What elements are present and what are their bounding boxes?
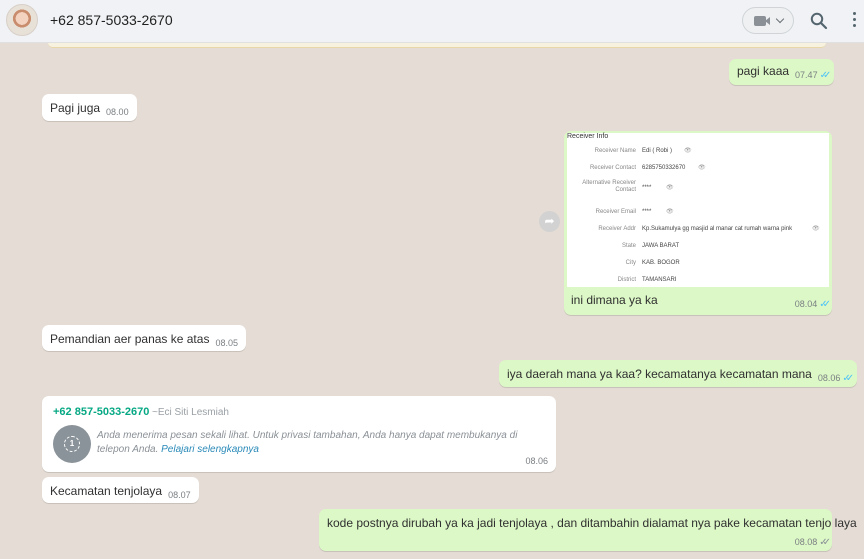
message-text: pagi kaaa [737, 64, 790, 78]
message-time: 08.08 [794, 537, 818, 547]
more-vertical-icon[interactable] [852, 12, 858, 30]
view-once-notice: Anda menerima pesan sekali lihat. Untuk … [97, 430, 518, 455]
message-outgoing[interactable]: iya daerah mana ya kaa? kecamatanya keca… [499, 360, 858, 387]
message-time: 08.06 [817, 373, 841, 383]
message-text: Kecamatan tenjolaya [50, 484, 163, 498]
view-once-icon[interactable]: 1 [53, 425, 91, 463]
message-time: 08.00 [106, 107, 129, 117]
message-outgoing-image[interactable]: Receiver Info Receiver Name Edi ( Robi )… [564, 131, 832, 315]
contact-name[interactable]: +62 857-5033-2670 [50, 12, 173, 28]
read-ticks-icon: ✓✓ [819, 299, 831, 310]
receiver-row: Alternative Receiver Contact **** 👁 [582, 180, 674, 193]
receiver-row: Receiver Addr Kp.Sukamulya gg masjid al … [598, 226, 820, 232]
message-incoming[interactable]: Kecamatan tenjolaya 08.07 [42, 477, 199, 503]
eye-icon: 👁 [812, 226, 820, 232]
forward-arrow-icon[interactable]: ➦ [539, 211, 560, 232]
search-icon[interactable] [810, 12, 828, 30]
receiver-card-title: Receiver Info [567, 133, 609, 140]
receiver-row: Receiver Contact 6285750332670 👁 [589, 165, 706, 171]
receiver-row: District TAMANSARI [617, 277, 677, 283]
receiver-row: State JAWA BARAT [621, 243, 680, 249]
message-incoming[interactable]: Pagi juga 08.00 [42, 94, 137, 121]
message-text: Pagi juga [50, 101, 101, 115]
view-once-message[interactable]: +62 857-5033-2670 ~Eci Siti Lesmiah 1 An… [42, 396, 556, 472]
message-text: iya daerah mana ya kaa? kecamatanya keca… [507, 367, 812, 381]
eye-icon: 👁 [666, 185, 674, 191]
video-call-button[interactable] [742, 7, 794, 34]
receiver-row: Receiver Name Edi ( Robi ) 👁 [594, 148, 692, 154]
message-time: 07.47 [795, 70, 818, 80]
sender-phone[interactable]: +62 857-5033-2670 [53, 406, 149, 418]
learn-more-link[interactable]: Pelajari selengkapnya [161, 444, 259, 455]
chevron-down-icon [775, 14, 785, 24]
receiver-row: City KAB. BOGOR [625, 260, 680, 266]
chat-header: +62 857-5033-2670 [0, 0, 864, 43]
eye-icon: 👁 [698, 165, 706, 171]
message-text: kode postnya dirubah ya ka jadi tenjolay… [327, 516, 857, 530]
message-time: 08.04 ✓✓ [794, 299, 831, 310]
message-outgoing[interactable]: kode postnya dirubah ya ka jadi tenjolay… [319, 509, 857, 551]
previous-message-edge [48, 43, 826, 48]
contact-avatar[interactable] [6, 4, 38, 36]
message-incoming[interactable]: Pemandian aer panas ke atas 08.05 [42, 325, 246, 351]
sender-alias: ~Eci Siti Lesmiah [152, 407, 229, 418]
message-time-wrap: 08.08 ✓✓ [794, 533, 831, 551]
eye-icon: 👁 [666, 209, 674, 215]
message-time: 08.06 [525, 456, 548, 466]
receiver-row: Receiver Email **** 👁 [595, 209, 674, 215]
image-caption: ini dimana ya ka [571, 293, 658, 307]
message-time: 08.05 [215, 338, 238, 348]
video-camera-icon [754, 16, 766, 26]
sent-ticks-icon: ✓✓ [819, 537, 831, 548]
receiver-info-image[interactable]: Receiver Info Receiver Name Edi ( Robi )… [567, 133, 829, 287]
message-outgoing[interactable]: pagi kaaa 07.47 ✓✓ [729, 59, 835, 85]
read-ticks-icon: ✓✓ [842, 373, 854, 384]
message-text: Pemandian aer panas ke atas [50, 332, 210, 346]
read-ticks-icon: ✓✓ [819, 70, 832, 81]
eye-icon: 👁 [684, 148, 692, 154]
message-time: 08.07 [168, 490, 191, 500]
